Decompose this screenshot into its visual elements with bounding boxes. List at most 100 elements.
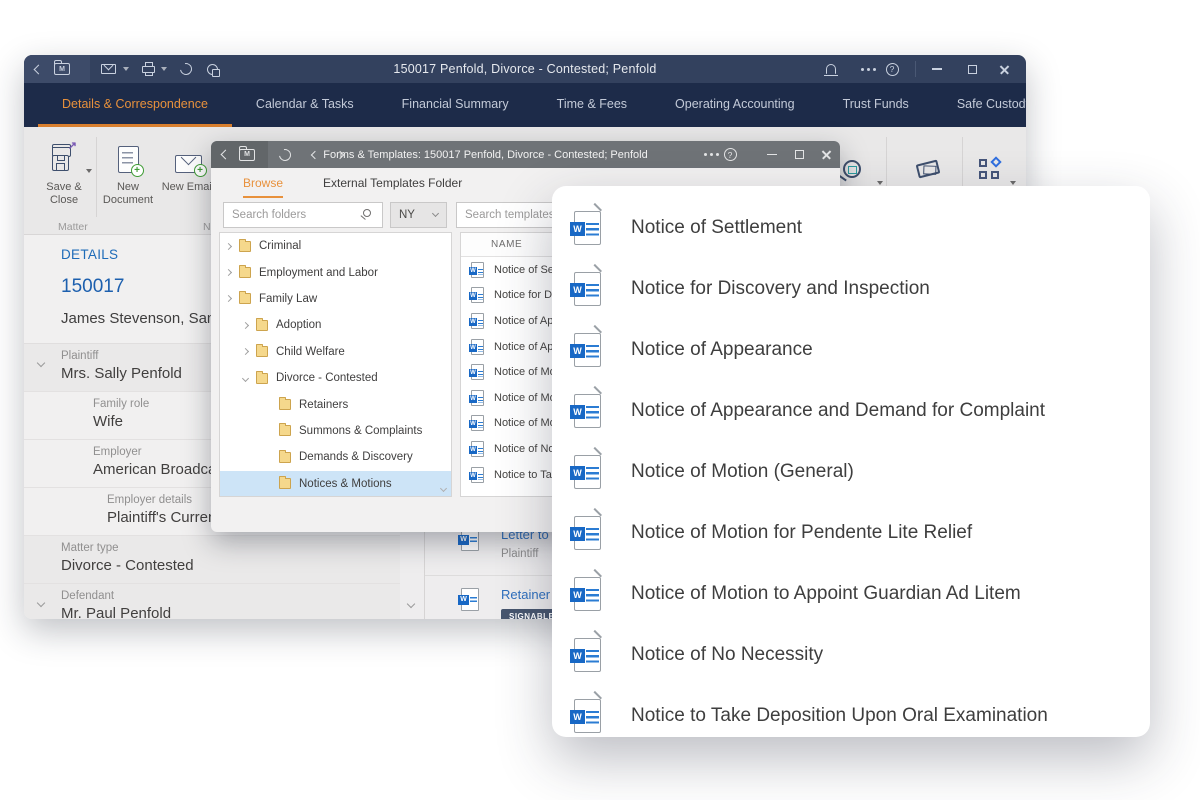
folder-tree-item[interactable]: Child Welfare (220, 339, 451, 365)
overlay-menu-item[interactable]: Notice of Motion (General) (574, 441, 1150, 502)
more-options-button[interactable] (850, 55, 874, 83)
payment-button[interactable] (908, 149, 948, 189)
help-button[interactable] (880, 55, 904, 83)
save-close-button[interactable]: ↗ Save & Close (32, 139, 96, 207)
titlebar-separator (915, 61, 916, 77)
nav-tab[interactable]: Operating Accounting (651, 83, 819, 127)
overlay-menu-item[interactable]: Notice of Appearance and Demand for Comp… (574, 380, 1150, 441)
screenshot-canvas: 150017 Penfold, Divorce - Contested; Pen… (0, 0, 1200, 800)
plus-icon (131, 164, 144, 177)
details-field-row[interactable]: Defendant Mr. Paul Penfold (24, 584, 400, 619)
folder-icon (279, 452, 291, 463)
search-dropdown-caret[interactable] (877, 181, 883, 185)
nav-tab-label: Operating Accounting (675, 97, 795, 111)
folder-tree-item[interactable]: Summons & Complaints (220, 418, 451, 444)
nav-tab[interactable]: Trust Funds (819, 83, 933, 127)
folder-label: Divorce - Contested (276, 372, 378, 384)
word-file-icon (574, 638, 601, 672)
folder-icon (279, 399, 291, 410)
collapse-chevron-icon[interactable] (37, 359, 45, 367)
templates-overlay-menu: Notice of Settlement Notice for Discover… (552, 186, 1150, 737)
dialog-tab[interactable]: Browse (243, 176, 283, 198)
dialog-matter-button[interactable] (235, 141, 259, 168)
dialog-more-button[interactable] (693, 141, 717, 168)
new-document-icon (118, 146, 139, 173)
folder-tree-item[interactable]: Demands & Discovery (220, 444, 451, 470)
minimize-button[interactable] (925, 55, 949, 83)
nav-tab[interactable]: Details & Correspondence (38, 83, 232, 127)
nav-tab-label: Time & Fees (557, 97, 627, 111)
matter-folder-icon (239, 149, 255, 161)
folder-tree-item[interactable]: Employment and Labor (220, 259, 451, 285)
apps-button[interactable] (970, 149, 1010, 189)
dialog-help-button[interactable] (718, 141, 742, 168)
close-button[interactable] (992, 55, 1016, 83)
word-file-icon (574, 516, 601, 550)
nav-tab-label: Financial Summary (402, 97, 509, 111)
nav-tab[interactable]: Time & Fees (533, 83, 651, 127)
word-file-icon (471, 390, 484, 406)
region-select[interactable]: NY (390, 202, 447, 228)
tree-chevron-icon[interactable] (225, 269, 232, 276)
tree-chevron-icon[interactable] (242, 348, 249, 355)
new-document-button[interactable]: New Document (96, 139, 160, 207)
folder-icon (239, 293, 251, 304)
close-icon (999, 64, 1010, 75)
back-icon (220, 150, 230, 160)
word-file-icon (471, 287, 484, 303)
name-column-header: NAME (491, 239, 522, 250)
collapse-chevron-icon[interactable] (37, 599, 45, 607)
tree-chevron-icon[interactable] (225, 243, 232, 250)
matter-nav-tabs: Details & Correspondence Calendar & Task… (24, 83, 1026, 127)
folder-icon (239, 267, 251, 278)
overlay-menu-item[interactable]: Notice of Motion for Pendente Lite Relie… (574, 502, 1150, 563)
dialog-minimize-button[interactable] (760, 141, 784, 168)
overlay-item-label: Notice to Take Deposition Upon Oral Exam… (631, 705, 1048, 727)
dialog-close-button[interactable] (814, 141, 838, 168)
overlay-item-label: Notice of No Necessity (631, 644, 823, 666)
bell-icon (826, 64, 836, 74)
maximize-button[interactable] (960, 55, 984, 83)
folder-tree-item[interactable]: Notices & Motions (220, 471, 451, 497)
folder-icon (256, 320, 268, 331)
toolbar-group-matter: Matter (58, 221, 88, 233)
dialog-tab[interactable]: External Templates Folder (323, 176, 462, 198)
overlay-menu-item[interactable]: Notice of Settlement (574, 197, 1150, 258)
folder-tree-item[interactable]: Family Law (220, 286, 451, 312)
field-value: Divorce - Contested (61, 557, 394, 574)
folder-label: Family Law (259, 293, 317, 305)
details-field-row[interactable]: Matter type Divorce - Contested (24, 536, 400, 584)
tree-chevron-icon[interactable] (242, 375, 249, 382)
nav-tab[interactable]: Financial Summary (378, 83, 533, 127)
apps-dropdown-caret[interactable] (1010, 181, 1016, 185)
dialog-maximize-button[interactable] (787, 141, 811, 168)
folder-label: Adoption (276, 319, 321, 331)
overlay-menu-item[interactable]: Notice for Discovery and Inspection (574, 258, 1150, 319)
help-icon (886, 63, 899, 76)
notifications-button[interactable] (819, 55, 843, 83)
folder-icon (256, 346, 268, 357)
save-close-dropdown-caret[interactable] (86, 169, 92, 173)
folder-tree-item[interactable]: Divorce - Contested (220, 365, 451, 391)
nav-tab[interactable]: Calendar & Tasks (232, 83, 378, 127)
word-file-icon (574, 455, 601, 489)
overlay-menu-item[interactable]: Notice of Motion to Appoint Guardian Ad … (574, 563, 1150, 624)
overlay-menu-item[interactable]: Notice of Appearance (574, 319, 1150, 380)
folder-label: Criminal (259, 240, 301, 252)
word-file-icon (574, 211, 601, 245)
tree-chevron-icon[interactable] (242, 322, 249, 329)
dialog-back-button[interactable] (213, 141, 237, 168)
folder-tree-item[interactable]: Criminal (220, 233, 451, 259)
search-home-icon (843, 160, 861, 178)
nav-tab[interactable]: Safe Custody (933, 83, 1026, 127)
folder-tree-item[interactable]: Adoption (220, 312, 451, 338)
word-file-icon (471, 415, 484, 431)
tree-chevron-icon[interactable] (225, 295, 232, 302)
folder-label: Child Welfare (276, 346, 345, 358)
overlay-menu-item[interactable]: Notice to Take Deposition Upon Oral Exam… (574, 685, 1150, 737)
search-folders-input[interactable] (223, 202, 383, 228)
folder-label: Notices & Motions (299, 478, 392, 490)
minimize-icon (767, 154, 777, 156)
overlay-menu-item[interactable]: Notice of No Necessity (574, 624, 1150, 685)
folder-tree-item[interactable]: Retainers (220, 391, 451, 417)
